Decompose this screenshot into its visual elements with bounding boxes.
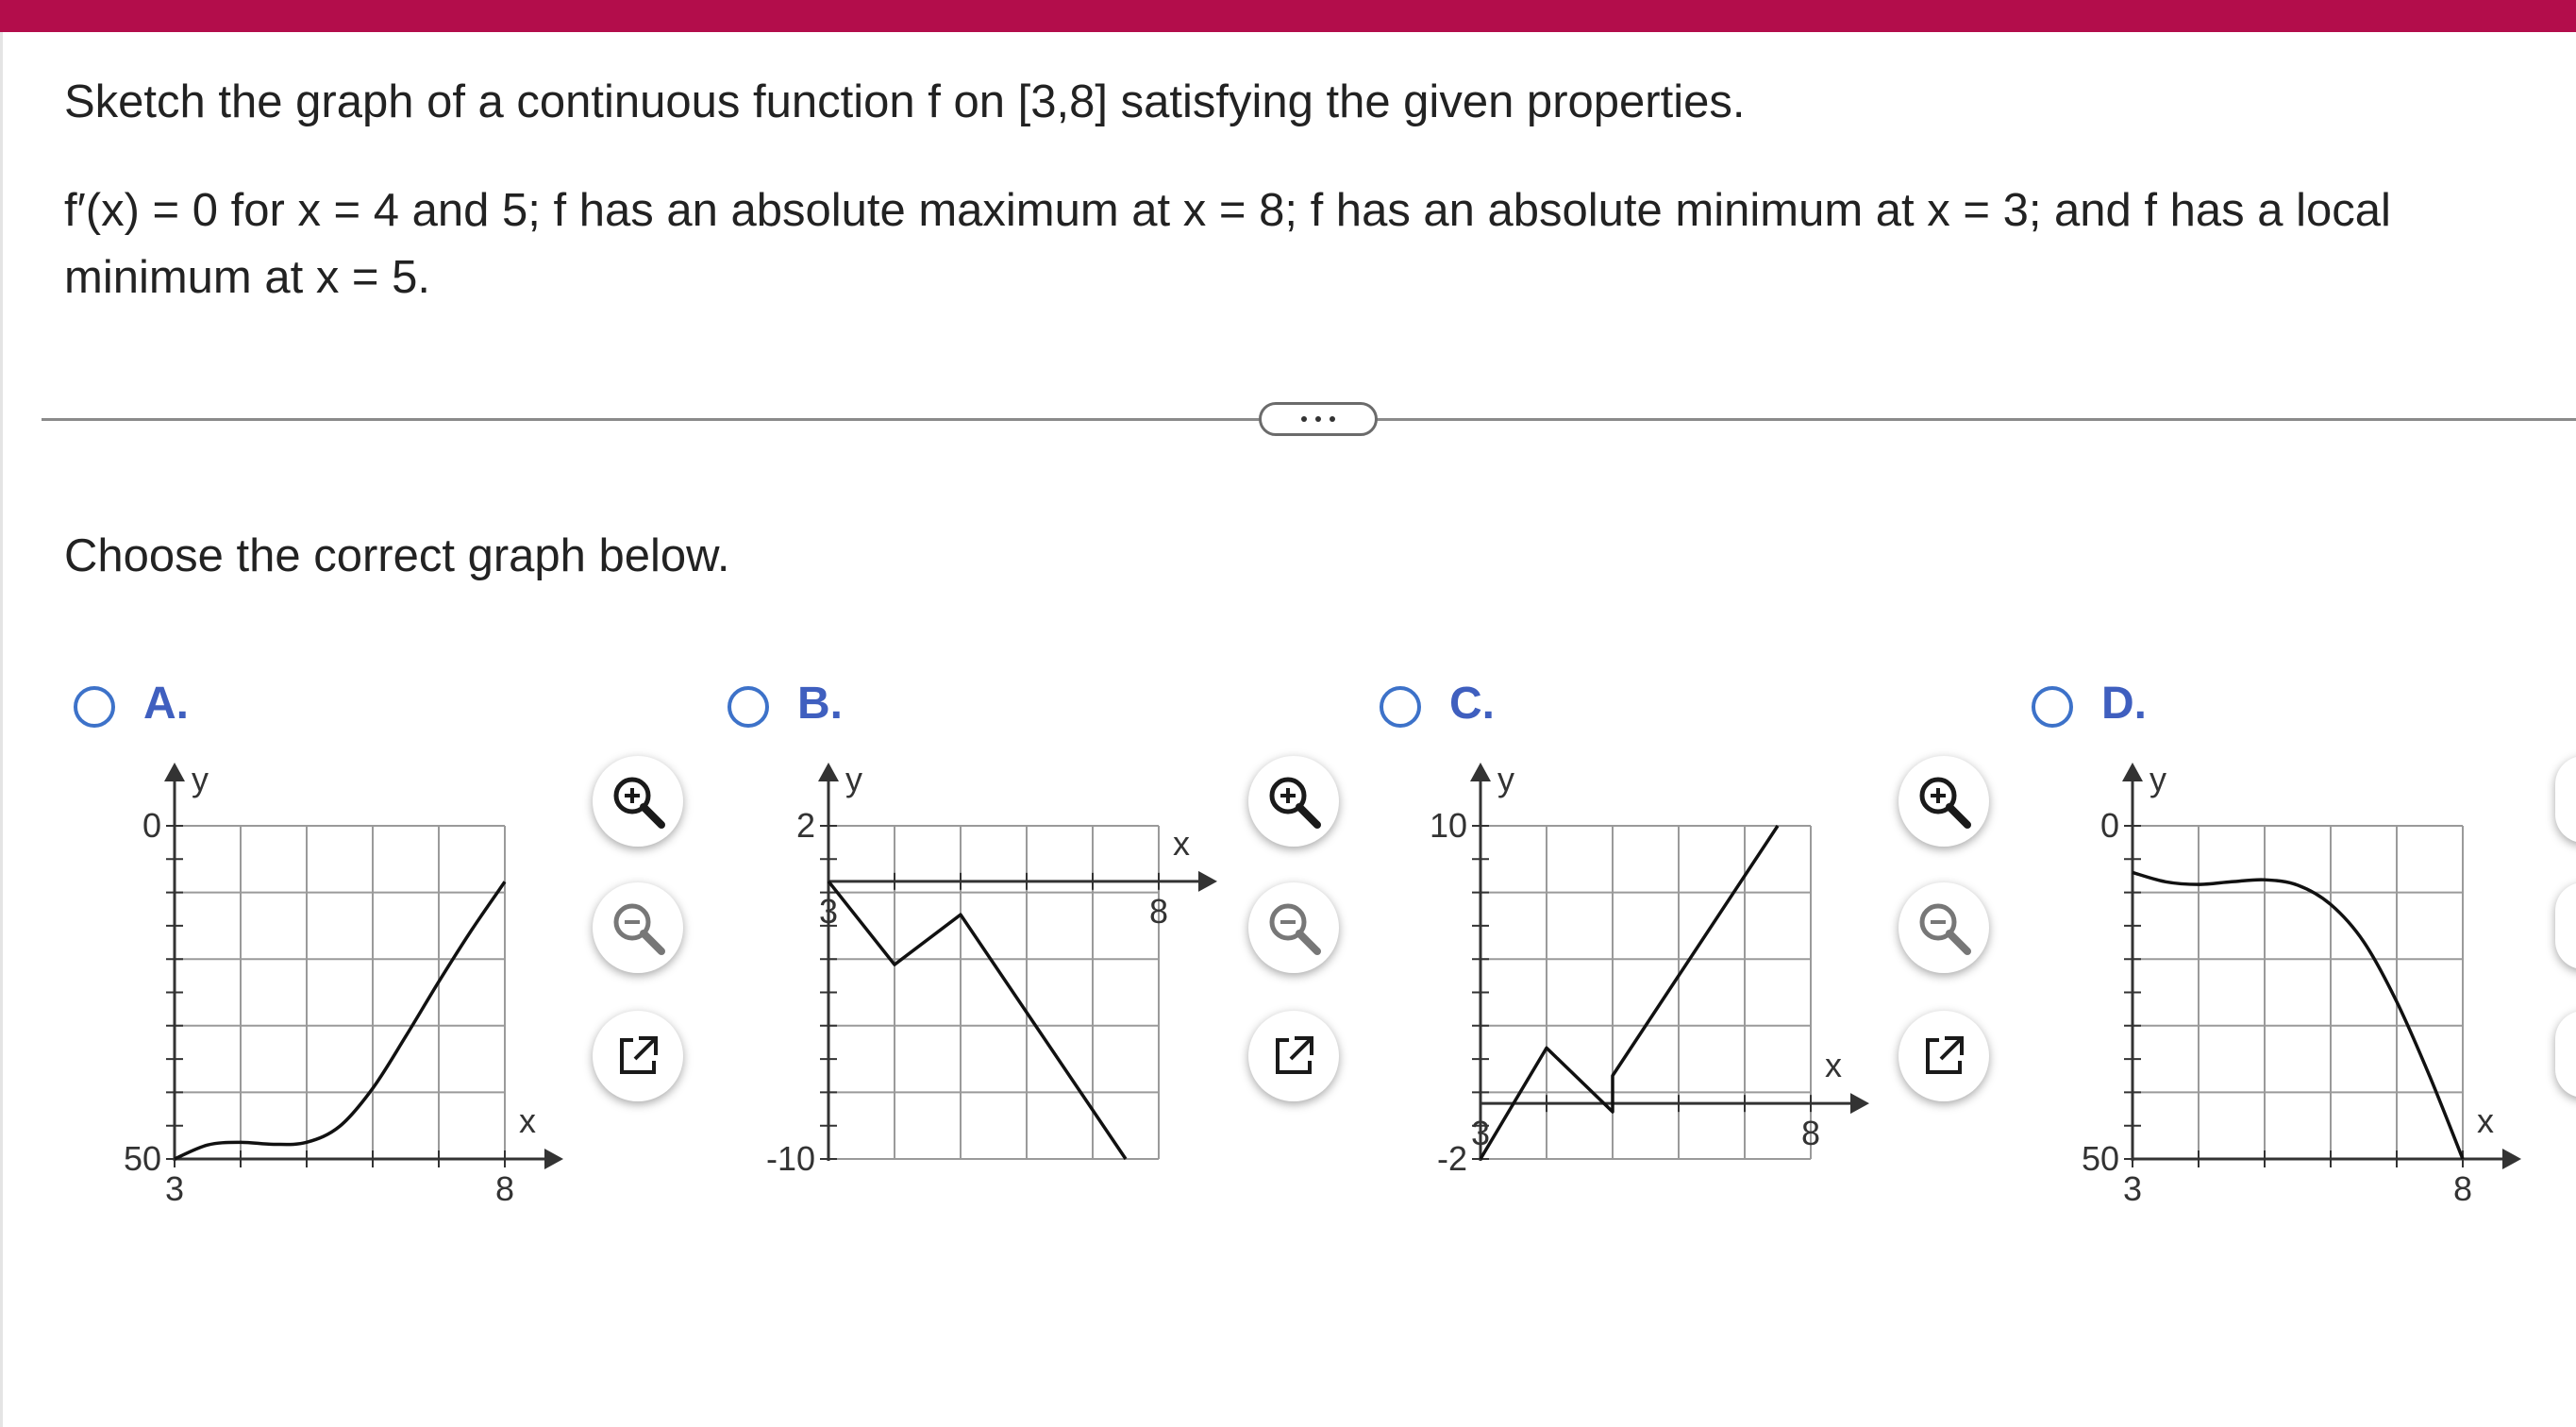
graph-d: y x 0 503 8	[2082, 760, 2521, 1208]
popout-icon	[620, 1036, 658, 1074]
option-c-radio[interactable]	[1380, 686, 1421, 728]
x-tick-label: 8	[1801, 1114, 1820, 1152]
zoom-out-icon	[1919, 903, 1971, 955]
popout-button[interactable]	[1248, 1011, 1339, 1101]
grid	[828, 825, 1160, 1160]
zoom-in-icon	[613, 777, 665, 829]
popout-icon	[1926, 1036, 1964, 1074]
x-axis-label: x	[1173, 824, 1190, 863]
x-tick-label: 3	[2123, 1169, 2142, 1208]
x-axis-label: x	[2477, 1101, 2494, 1140]
y-axis-arrow	[2122, 763, 2143, 781]
y-tick-label: 0	[2100, 806, 2119, 845]
zoom-out-icon	[1269, 903, 1321, 955]
question-conditions-line-2: minimum at x = 5.	[64, 252, 431, 303]
graph-d-popout-button[interactable]	[2555, 1011, 2576, 1098]
popout-button[interactable]	[593, 1011, 683, 1101]
option-a-radio[interactable]	[74, 686, 115, 728]
y-axis-label: y	[1497, 760, 1514, 798]
x-tick-label: 8	[1149, 892, 1168, 931]
zoom-in-button[interactable]	[593, 756, 683, 847]
x-axis-arrow	[1198, 870, 1217, 892]
y-tick-label: 50	[124, 1139, 161, 1178]
header-bar	[0, 0, 2576, 32]
y-axis-label: y	[2149, 760, 2166, 798]
zoom-in-icon	[1919, 777, 1971, 829]
graph-d-zoom-out-button[interactable]	[2555, 882, 2576, 969]
popout-icon	[1276, 1036, 1313, 1074]
x-tick-label: 3	[819, 892, 838, 931]
series-line	[174, 881, 507, 1161]
series-line	[827, 880, 1128, 1160]
instruction-text: Choose the correct graph below.	[64, 530, 730, 581]
x-axis-arrow	[1850, 1093, 1869, 1115]
grid	[174, 825, 506, 1160]
option-d-label[interactable]: D.	[2101, 678, 2147, 730]
x-tick-label: 8	[495, 1169, 514, 1208]
question-conditions-line-1: f′(x) = 0 for x = 4 and 5; f has an abso…	[64, 185, 2391, 236]
y-axis-arrow	[1470, 763, 1491, 781]
option-b-radio[interactable]	[728, 686, 769, 728]
y-tick-label: -10	[766, 1139, 815, 1178]
x-tick-label: 3	[165, 1169, 184, 1208]
zoom-out-icon	[613, 903, 665, 955]
y-axis-label: y	[192, 760, 209, 798]
x-axis-arrow	[2502, 1149, 2521, 1169]
y-tick-label: 50	[2082, 1139, 2119, 1178]
grid	[2132, 825, 2464, 1160]
zoom-out-button[interactable]	[1899, 882, 1989, 973]
series-line	[1479, 825, 1780, 1160]
zoom-out-button[interactable]	[593, 882, 683, 973]
option-b-label[interactable]: B.	[797, 678, 843, 730]
graph-b: y x 2 -10 3 8	[766, 760, 1217, 1178]
y-tick-label: -2	[1437, 1139, 1467, 1178]
option-a-label[interactable]: A.	[143, 678, 189, 730]
y-tick-label: 0	[142, 806, 161, 845]
y-tick-label: 2	[796, 806, 815, 845]
option-d-radio[interactable]	[2032, 686, 2073, 728]
graph-a: y x 0 503 8	[124, 760, 563, 1208]
y-tick-label: 10	[1430, 806, 1467, 845]
option-c-label[interactable]: C.	[1449, 678, 1495, 730]
grid	[1480, 825, 1812, 1160]
zoom-in-button[interactable]	[1248, 756, 1339, 847]
zoom-out-button[interactable]	[1248, 882, 1339, 973]
graph-d-zoom-in-button[interactable]	[2555, 756, 2576, 843]
x-tick-label: 8	[2453, 1169, 2472, 1208]
popout-button[interactable]	[1899, 1011, 1989, 1101]
y-axis-label: y	[845, 760, 862, 798]
y-axis-arrow	[818, 763, 839, 781]
y-axis-arrow	[164, 763, 185, 781]
graph-c: yx10-23 8	[1430, 760, 1869, 1178]
series-line	[2132, 870, 2465, 1160]
x-axis-arrow	[544, 1149, 563, 1169]
question-prompt: Sketch the graph of a continuous functio…	[64, 76, 1746, 127]
expand-more-button[interactable]	[1259, 402, 1378, 436]
x-axis-label: x	[1825, 1046, 1842, 1084]
zoom-in-button[interactable]	[1899, 756, 1989, 847]
zoom-in-icon	[1269, 777, 1321, 829]
left-border	[0, 32, 3, 1427]
x-axis-label: x	[519, 1101, 536, 1140]
